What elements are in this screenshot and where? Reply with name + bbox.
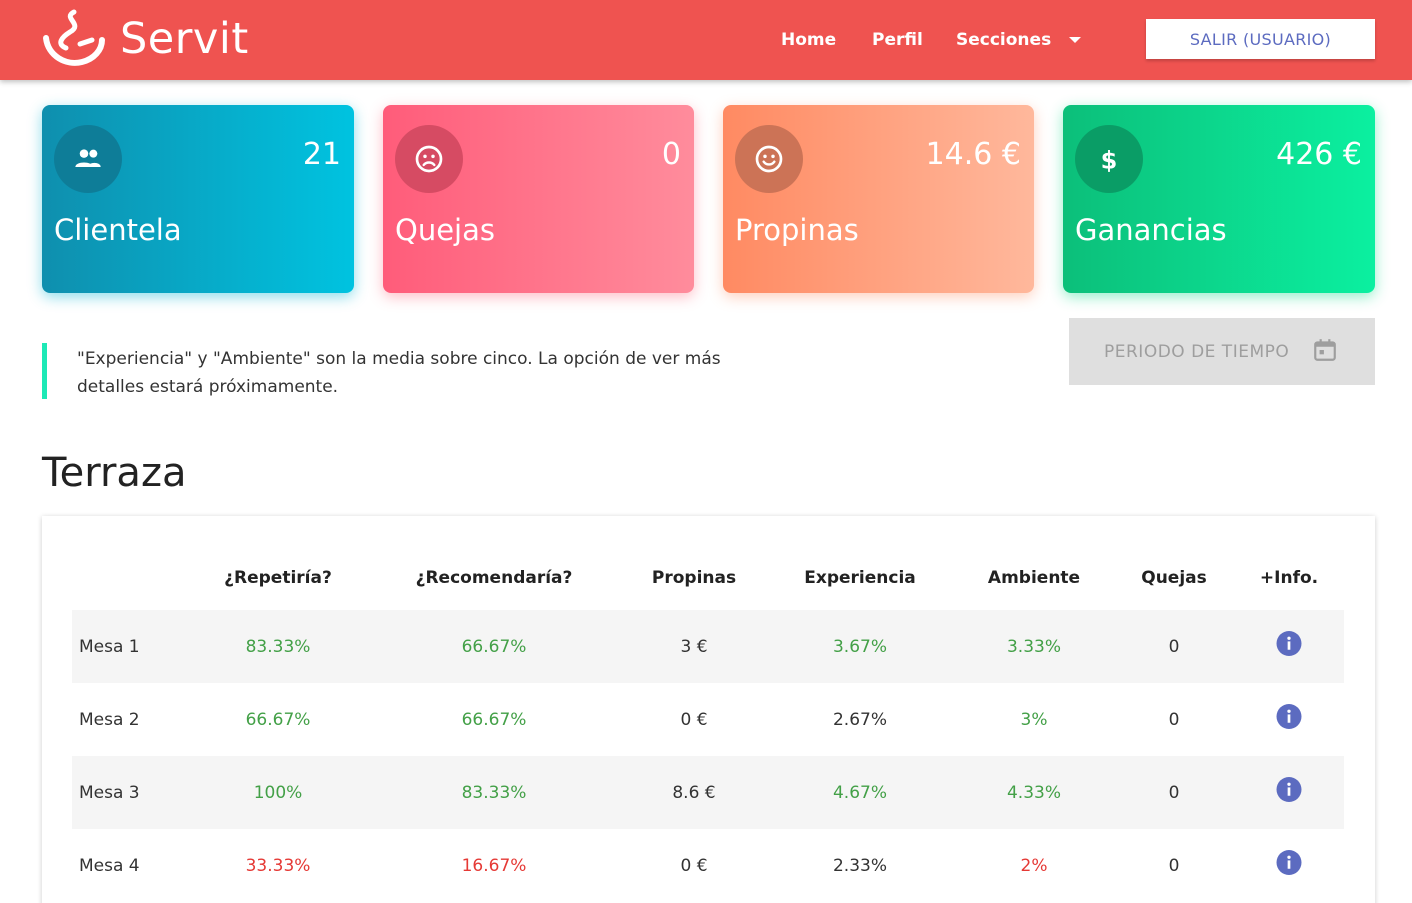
info-button[interactable]	[1276, 631, 1302, 656]
cell-recomendaria: 66.67%	[461, 637, 527, 657]
svg-text:$: $	[1101, 146, 1118, 174]
cell-repetiria: 66.67%	[245, 710, 311, 730]
cell-experiencia: 3.67%	[832, 637, 888, 657]
cell-propinas: 8.6 €	[672, 783, 716, 803]
card-value: 14.6 €	[925, 137, 1021, 172]
smile-face-icon	[755, 145, 783, 173]
cell-propinas: 3 €	[680, 637, 708, 657]
cell-quejas: 0	[1168, 856, 1180, 876]
info-note: "Experiencia" y "Ambiente" son la media …	[42, 343, 722, 399]
cell-quejas: 0	[1168, 637, 1180, 657]
cell-repetiria: 83.33%	[245, 637, 311, 657]
cell-propinas: 0 €	[680, 856, 708, 876]
cell-ambiente: 3.33%	[1006, 637, 1062, 657]
table-row: Mesa 2 66.67% 66.67% 0 € 2.67% 3% 0	[72, 683, 1344, 756]
card-label: Ganancias	[1075, 213, 1227, 247]
period-button[interactable]: PERIODO DE TIEMPO	[1069, 318, 1375, 385]
info-icon	[1287, 709, 1291, 723]
dollar-icon: $	[1101, 146, 1118, 174]
cell-quejas: 0	[1168, 783, 1180, 803]
table-row: Mesa 1 83.33% 66.67% 3 € 3.67% 3.33% 0	[72, 610, 1344, 683]
cell-experiencia: 2.33%	[832, 856, 888, 876]
column-header-repetiria: ¿Repetiría?	[224, 568, 332, 588]
nav-home[interactable]: Home	[781, 0, 836, 80]
cell-experiencia: 2.67%	[832, 710, 888, 730]
sad-face-icon	[415, 145, 443, 173]
cell-ambiente: 3%	[1020, 710, 1048, 730]
cell-repetiria: 33.33%	[245, 856, 311, 876]
table-name: Mesa 3	[79, 783, 140, 803]
calendar-icon	[1314, 339, 1336, 361]
nav-perfil[interactable]: Perfil	[872, 0, 923, 80]
stat-card-propinas: 14.6 € Propinas	[723, 105, 1034, 293]
card-label: Propinas	[735, 213, 859, 247]
card-label: Quejas	[395, 213, 495, 247]
stat-card-clientela: 21 Clientela	[42, 105, 354, 293]
section-title: Terraza	[42, 450, 187, 496]
stat-card-ganancias: $ 426 € Ganancias	[1063, 105, 1375, 293]
logout-button[interactable]: SALIR (USUARIO)	[1146, 19, 1375, 59]
column-header-propinas: Propinas	[651, 568, 737, 588]
cell-quejas: 0	[1168, 710, 1180, 730]
card-icon-circle	[735, 125, 803, 193]
table-header: ¿Repetiría? ¿Recomendaría? Propinas Expe…	[72, 558, 1344, 600]
cell-recomendaria: 66.67%	[461, 710, 527, 730]
card-label: Clientela	[54, 213, 182, 247]
card-icon-circle	[395, 125, 463, 193]
period-label: PERIODO DE TIEMPO	[1104, 342, 1290, 362]
cell-ambiente: 2%	[1020, 856, 1048, 876]
column-header-ambiente: Ambiente	[987, 568, 1081, 588]
info-icon	[1287, 855, 1291, 869]
card-icon-circle	[54, 125, 122, 193]
card-icon-circle: $	[1075, 125, 1143, 193]
card-value: 0	[661, 137, 681, 172]
cell-ambiente: 4.33%	[1006, 783, 1062, 803]
nav-secciones[interactable]: Secciones	[956, 0, 1051, 80]
column-header-recomendaria: ¿Recomendaría?	[415, 568, 573, 588]
card-value: 21	[302, 137, 341, 172]
column-header-quejas: Quejas	[1141, 568, 1207, 588]
cell-recomendaria: 16.67%	[461, 856, 527, 876]
people-icon	[75, 149, 101, 167]
chevron-down-icon[interactable]	[1069, 37, 1081, 43]
table-name: Mesa 4	[79, 856, 140, 876]
top-navbar: Servit Home Perfil Secciones SALIR (USUA…	[0, 0, 1412, 80]
column-header-info: +Info.	[1259, 568, 1319, 588]
cell-propinas: 0 €	[680, 710, 708, 730]
info-icon	[1287, 782, 1291, 796]
info-button[interactable]	[1276, 850, 1302, 875]
note-text: "Experiencia" y "Ambiente" son la media …	[77, 349, 721, 397]
table-name: Mesa 1	[79, 637, 140, 657]
table-row: Mesa 4 33.33% 16.67% 0 € 2.33% 2% 0	[72, 829, 1344, 902]
table-panel: ¿Repetiría? ¿Recomendaría? Propinas Expe…	[42, 516, 1375, 903]
info-button[interactable]	[1276, 777, 1302, 802]
info-icon	[1287, 636, 1291, 650]
card-value: 426 €	[1276, 137, 1362, 172]
column-header-experiencia: Experiencia	[804, 568, 916, 588]
servit-logo-icon	[43, 9, 105, 66]
cell-repetiria: 100%	[253, 783, 303, 803]
info-button[interactable]	[1276, 704, 1302, 729]
stat-card-quejas: 0 Quejas	[383, 105, 694, 293]
brand-logo[interactable]: Servit	[40, 8, 249, 70]
table-row: Mesa 3 100% 83.33% 8.6 € 4.67% 4.33% 0	[72, 756, 1344, 829]
brand-name: Servit	[120, 14, 249, 64]
cell-recomendaria: 83.33%	[461, 783, 527, 803]
cell-experiencia: 4.67%	[832, 783, 888, 803]
table-name: Mesa 2	[79, 710, 140, 730]
